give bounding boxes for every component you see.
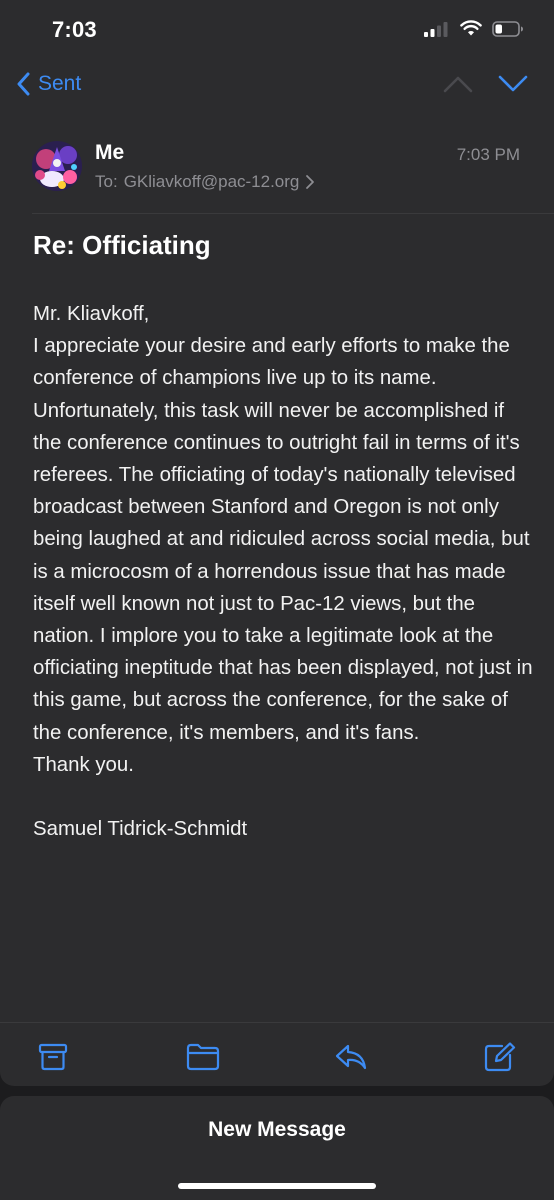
body-paragraph: I appreciate your desire and early effor… bbox=[33, 335, 533, 744]
wifi-icon bbox=[460, 20, 482, 36]
to-label: To: bbox=[95, 172, 118, 191]
greeting: Mr. Kliavkoff, bbox=[33, 303, 150, 325]
closing: Thank you. bbox=[33, 753, 134, 776]
message-body: Mr. Kliavkoff, I appreciate your desire … bbox=[33, 298, 533, 845]
sent-time: 7:03 PM bbox=[456, 145, 520, 164]
chevron-left-icon bbox=[17, 72, 30, 96]
avatar[interactable] bbox=[32, 141, 82, 191]
reply-icon[interactable] bbox=[334, 1042, 368, 1072]
status-icons bbox=[424, 20, 524, 37]
status-time: 7:03 bbox=[52, 17, 97, 42]
compose-icon[interactable] bbox=[484, 1042, 516, 1072]
back-button[interactable]: Sent bbox=[16, 72, 81, 96]
chevron-down-icon[interactable] bbox=[498, 74, 528, 94]
back-label: Sent bbox=[38, 72, 82, 95]
mail-view: 7:03 Sent Me To: GKliavkoff@pac-12.org 7… bbox=[0, 0, 554, 1086]
cellular-signal-icon bbox=[424, 21, 448, 37]
recipient-line[interactable]: To: GKliavkoff@pac-12.org bbox=[95, 172, 315, 192]
subject: Re: Officiating bbox=[33, 230, 211, 260]
avatar-image bbox=[32, 141, 82, 191]
toolbar bbox=[0, 1022, 554, 1086]
status-bar: 7:03 bbox=[0, 0, 554, 60]
header-divider bbox=[32, 213, 554, 214]
chevron-right-icon bbox=[306, 175, 315, 189]
nav-bar: Sent bbox=[0, 64, 554, 114]
chevron-up-icon[interactable] bbox=[443, 74, 473, 94]
sender-name[interactable]: Me bbox=[95, 141, 124, 165]
home-indicator[interactable] bbox=[178, 1183, 376, 1189]
battery-icon bbox=[492, 20, 523, 37]
archive-icon[interactable] bbox=[38, 1042, 68, 1072]
mail-header: Me To: GKliavkoff@pac-12.org 7:03 PM bbox=[0, 132, 554, 214]
recipient-address[interactable]: GKliavkoff@pac-12.org bbox=[124, 172, 300, 192]
signature: Samuel Tidrick-Schmidt bbox=[33, 818, 248, 841]
new-message-button[interactable]: New Message bbox=[0, 1118, 554, 1142]
folder-icon[interactable] bbox=[186, 1042, 220, 1072]
